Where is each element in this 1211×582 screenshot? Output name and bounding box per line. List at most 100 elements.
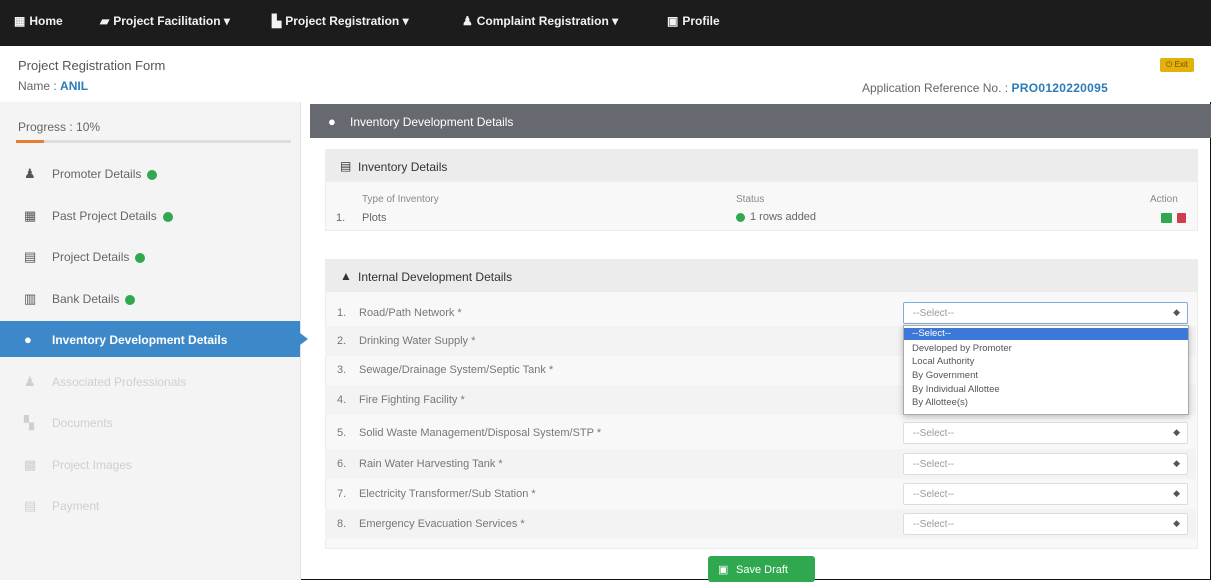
exit-label: Exit <box>1174 60 1188 69</box>
id-card-icon: ▣ <box>667 14 679 28</box>
inventory-details-title: Inventory Details <box>358 160 448 174</box>
option-label: Developed by Promoter <box>912 343 1012 354</box>
sidebar-item-label: Documents <box>52 416 113 430</box>
row-label: Solid Waste Management/Disposal System/S… <box>359 427 602 439</box>
internal-development-title: Internal Development Details <box>358 270 513 284</box>
row-label: Rain Water Harvesting Tank * <box>359 458 503 470</box>
emergency-evacuation-select[interactable]: --Select-- ◆ <box>903 513 1188 535</box>
sidebar-item-label-wrap: Bank Details <box>52 292 136 306</box>
sidebar-item-label: Associated Professionals <box>52 375 187 389</box>
nav-profile[interactable]: ▣ Profile <box>667 14 720 28</box>
cloud-icon: ● <box>24 332 32 347</box>
select-value: --Select-- <box>913 459 955 470</box>
sidebar-item-label-wrap: Past Project Details <box>52 209 173 223</box>
dropdown-option[interactable]: Local Authority <box>904 356 1188 368</box>
sidebar-item-label: Project Details <box>52 250 130 264</box>
sidebar-item-project-images[interactable]: ▩ Project Images <box>0 446 300 482</box>
progress-bar-fill <box>16 140 44 143</box>
sidebar-item-past-project-details[interactable]: ▦ Past Project Details <box>0 197 300 233</box>
applicant-name: Name : ANIL <box>18 79 88 93</box>
home-icon: ▦ <box>14 14 26 28</box>
row-number: 5. <box>337 427 347 439</box>
caret-icon: ◆ <box>1173 458 1180 468</box>
nav-profile-label: Profile <box>682 14 720 28</box>
internal-development-header: ▲ Internal Development Details <box>326 260 1197 292</box>
caret-icon: ◆ <box>1173 488 1180 498</box>
nav-complaint-registration[interactable]: ♟ Complaint Registration ▾ <box>462 14 618 28</box>
section-header: ● Inventory Development Details <box>310 104 1211 138</box>
sidebar-item-label: Promoter Details <box>52 167 142 181</box>
dropdown-option[interactable]: By Individual Allottee <box>904 384 1188 396</box>
bank-icon: ▥ <box>24 291 37 306</box>
name-label: Name : <box>18 79 57 93</box>
option-label: --Select-- <box>912 328 952 339</box>
sidebar-item-label-wrap: Promoter Details <box>52 167 158 181</box>
progress-bar <box>16 140 291 143</box>
check-circle-icon <box>135 252 146 263</box>
documents-icon: ▚ <box>24 415 34 430</box>
row-number: 6. <box>337 458 347 470</box>
row-number: 2. <box>337 335 347 347</box>
electricity-select[interactable]: --Select-- ◆ <box>903 483 1188 505</box>
dropdown-option[interactable]: --Select-- <box>904 328 1188 340</box>
section-title: Inventory Development Details <box>350 115 514 129</box>
row-number: 1. <box>337 307 347 319</box>
road-path-network-select[interactable]: --Select-- ◆ <box>903 302 1188 324</box>
row-number: 4. <box>337 394 347 406</box>
road-path-network-dropdown: --Select-- Developed by Promoter Local A… <box>903 325 1189 415</box>
road-icon: ▲ <box>340 269 352 283</box>
inventory-details-panel: ▤ Inventory Details Type of Inventory St… <box>325 149 1198 231</box>
cloud-icon: ● <box>328 114 336 129</box>
row-label: Road/Path Network * <box>359 307 462 319</box>
row-label: Electricity Transformer/Sub Station * <box>359 488 536 500</box>
dropdown-option[interactable]: By Government <box>904 370 1188 382</box>
delete-icon[interactable] <box>1177 213 1186 223</box>
sidebar-item-project-details[interactable]: ▤ Project Details <box>0 238 300 274</box>
nav-project-registration-label: Project Registration ▾ <box>285 14 409 28</box>
app-ref-label: Application Reference No. : <box>862 81 1009 95</box>
sidebar-item-label-wrap: Project Details <box>52 250 146 264</box>
save-draft-button[interactable]: ▣ Save Draft <box>708 556 815 582</box>
check-circle-icon <box>736 212 745 222</box>
select-value: --Select-- <box>913 428 955 439</box>
name-value: ANIL <box>60 79 89 93</box>
select-value: --Select-- <box>913 519 955 530</box>
dropdown-option[interactable]: By Allottee(s) <box>904 397 1188 409</box>
user-icon: ♟ <box>462 14 473 28</box>
solid-waste-select[interactable]: --Select-- ◆ <box>903 422 1188 444</box>
caret-icon: ◆ <box>1173 518 1180 528</box>
nav-home[interactable]: ▦ Home <box>14 14 63 28</box>
sidebar-item-associated-professionals[interactable]: ♟ Associated Professionals <box>0 363 300 399</box>
sidebar-item-bank-details[interactable]: ▥ Bank Details <box>0 280 300 316</box>
sidebar-item-inventory-development-details[interactable]: ● Inventory Development Details <box>0 321 308 357</box>
col-action: Action <box>1150 194 1178 205</box>
payment-icon: ▤ <box>24 498 37 513</box>
rain-water-select[interactable]: --Select-- ◆ <box>903 453 1188 475</box>
col-type-of-inventory: Type of Inventory <box>362 194 439 205</box>
check-circle-icon <box>125 294 136 305</box>
sidebar-item-promoter-details[interactable]: ♟ Promoter Details <box>0 155 300 191</box>
exit-button[interactable]: ⏻ Exit <box>1160 58 1194 72</box>
row-number: 3. <box>337 364 347 376</box>
dev-row-electricity: 7. Electricity Transformer/Sub Station *… <box>325 479 1196 509</box>
sidebar-item-label: Project Images <box>52 458 133 472</box>
row-label: Fire Fighting Facility * <box>359 394 465 406</box>
top-navbar: ▦ Home ▰ Project Facilitation ▾ ▙ Project R… <box>0 0 1211 46</box>
option-label: By Government <box>912 370 978 381</box>
nav-project-registration[interactable]: ▙ Project Registration ▾ <box>272 14 409 28</box>
picture-icon: ▩ <box>24 457 37 472</box>
dev-row-emergency-evacuation: 8. Emergency Evacuation Services * --Sel… <box>325 509 1196 539</box>
nav-project-facilitation[interactable]: ▰ Project Facilitation ▾ <box>100 14 230 28</box>
progress-label: Progress : 10% <box>18 120 101 134</box>
edit-icon[interactable] <box>1161 213 1172 223</box>
sidebar-item-payment[interactable]: ▤ Payment <box>0 487 300 523</box>
caret-icon: ◆ <box>1173 427 1180 437</box>
users-icon: ♟ <box>24 374 36 389</box>
dev-row-solid-waste: 5. Solid Waste Management/Disposal Syste… <box>325 418 1196 448</box>
option-label: By Individual Allottee <box>912 384 1000 395</box>
dropdown-option[interactable]: Developed by Promoter <box>904 343 1188 355</box>
sidebar-item-documents[interactable]: ▚ Documents <box>0 404 300 440</box>
row-number: 8. <box>337 518 347 530</box>
nav-project-facilitation-label: Project Facilitation ▾ <box>113 14 230 28</box>
inventory-row-number: 1. <box>336 212 346 224</box>
